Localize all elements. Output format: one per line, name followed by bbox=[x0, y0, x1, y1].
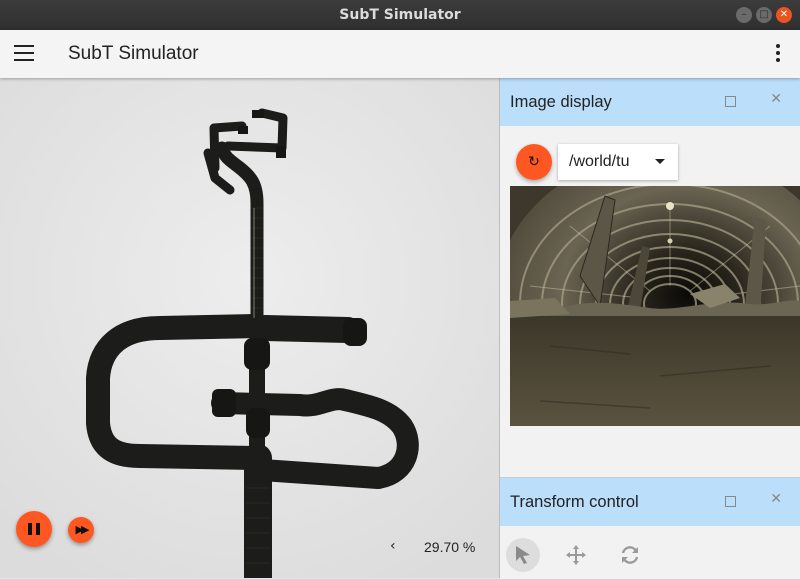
transform-tools bbox=[500, 534, 800, 579]
pause-button[interactable] bbox=[16, 511, 52, 547]
maximize-icon[interactable] bbox=[725, 496, 736, 507]
transform-control-header: Transform control ✕ bbox=[500, 478, 800, 526]
refresh-icon: ↻ bbox=[528, 154, 540, 170]
window-maximize-button[interactable]: □ bbox=[756, 7, 772, 23]
window-close-button[interactable]: ✕ bbox=[776, 7, 792, 23]
topic-select[interactable]: /world/tu bbox=[558, 144, 678, 180]
rotate-mode-button[interactable] bbox=[613, 538, 647, 572]
window-minimize-button[interactable]: – bbox=[736, 7, 752, 23]
hamburger-menu-icon[interactable] bbox=[14, 45, 34, 63]
rotate-icon bbox=[621, 546, 639, 564]
app-bar: SubT Simulator bbox=[0, 30, 800, 78]
close-icon[interactable]: ✕ bbox=[770, 91, 782, 107]
image-display-title: Image display bbox=[510, 93, 612, 111]
image-display-header: Image display ✕ bbox=[500, 78, 800, 126]
image-display-panel: Image display ✕ ↻ /world/tu bbox=[500, 78, 800, 477]
app-title: SubT Simulator bbox=[68, 43, 199, 64]
window-title: SubT Simulator bbox=[339, 7, 461, 23]
real-time-factor: 29.70 % bbox=[424, 539, 476, 555]
camera-image bbox=[510, 186, 800, 426]
more-vertical-icon[interactable] bbox=[774, 44, 782, 66]
translate-mode-button[interactable] bbox=[559, 538, 593, 572]
translate-icon bbox=[566, 545, 586, 565]
tunnel-camera-view bbox=[510, 186, 800, 426]
pause-icon bbox=[28, 523, 32, 535]
transform-control-panel: Transform control ✕ bbox=[500, 477, 800, 579]
scene-3d-viewport[interactable]: ▶▶ ‹ 29.70 % bbox=[0, 78, 499, 578]
tunnel-map-render bbox=[0, 78, 499, 578]
refresh-button[interactable]: ↻ bbox=[516, 144, 552, 180]
chevron-left-icon[interactable]: ‹ bbox=[390, 538, 396, 554]
topic-select-value: /world/tu bbox=[569, 153, 630, 170]
transform-control-title: Transform control bbox=[510, 493, 639, 511]
pause-icon-bar bbox=[36, 523, 40, 535]
select-mode-button[interactable] bbox=[506, 538, 540, 572]
select-icon bbox=[516, 546, 530, 564]
maximize-icon[interactable] bbox=[725, 96, 736, 107]
close-icon[interactable]: ✕ bbox=[770, 491, 782, 507]
dropdown-arrow-icon bbox=[655, 159, 665, 164]
window-titlebar: SubT Simulator – □ ✕ bbox=[0, 0, 800, 30]
fast-forward-icon: ▶▶ bbox=[75, 523, 90, 536]
window-buttons: – □ ✕ bbox=[736, 7, 792, 23]
step-forward-button[interactable]: ▶▶ bbox=[68, 517, 94, 543]
